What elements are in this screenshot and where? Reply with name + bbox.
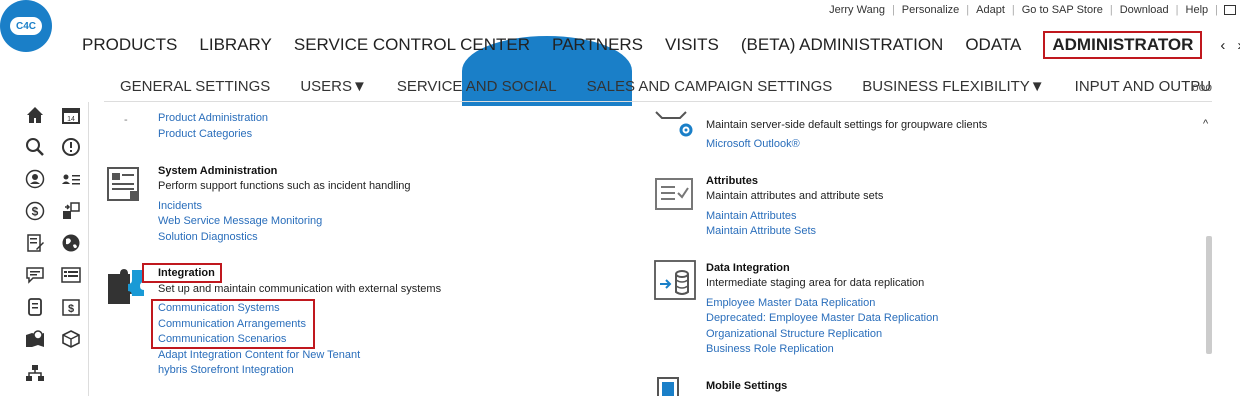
window-icon[interactable] [1224,5,1236,15]
list-icon[interactable] [60,264,82,286]
data-integration-desc: Intermediate staging area for data repli… [706,277,925,289]
adapt-link[interactable]: Adapt [969,4,1012,16]
maintain-attributes-link[interactable]: Maintain Attributes [706,210,797,222]
incidents-link[interactable]: Incidents [158,200,202,212]
sap-store-link[interactable]: Go to SAP Store [1015,4,1110,16]
nav-beta-administration[interactable]: (BETA) ADMINISTRATION [741,35,943,55]
integration-highlight-box [142,263,222,283]
integration-puzzle-icon [106,266,144,304]
maintain-attribute-sets-link[interactable]: Maintain Attribute Sets [706,225,816,237]
tab-input-and-output[interactable]: INPUT AND OUTPU [1075,72,1211,101]
c4c-logo[interactable]: C4C [0,0,52,52]
web-service-message-monitoring-link[interactable]: Web Service Message Monitoring [158,215,322,227]
contact-list-icon[interactable] [60,168,82,190]
main-nav: PRODUCTS LIBRARY SERVICE CONTROL CENTER … [82,30,1240,60]
calendar-icon[interactable]: 14 [60,104,82,126]
person-icon[interactable] [24,168,46,190]
home-icon[interactable] [24,104,46,126]
attributes-icon [654,176,693,214]
notebook-icon[interactable] [24,296,46,318]
organizational-structure-replication-link[interactable]: Organizational Structure Replication [706,328,882,340]
personalize-link[interactable]: Personalize [895,4,966,16]
mobile-settings-title: Mobile Settings [706,380,788,392]
left-icon-bar: 14 $ $ [20,100,90,396]
help-link[interactable]: Help [1179,4,1216,16]
nav-service-control-center[interactable]: SERVICE CONTROL CENTER [294,35,530,55]
utility-bar: Jerry Wang | Personalize | Adapt | Go to SA… [822,3,1240,17]
org-chart-icon[interactable] [24,362,46,384]
cube-icon[interactable] [60,328,82,350]
search-icon[interactable] [24,136,46,158]
chat-icon[interactable] [24,264,46,286]
transfer-icon[interactable] [60,200,82,222]
c4c-admin-screen: Jerry Wang | Personalize | Adapt | Go to SA… [0,0,1240,396]
adapt-integration-content-link[interactable]: Adapt Integration Content for New Tenant [158,349,360,361]
globe-icon[interactable] [60,232,82,254]
mobile-settings-icon [656,376,694,396]
subnav-more-icon[interactable]: ooo [1192,80,1212,94]
collapse-icon[interactable]: ^ [1203,118,1208,130]
nav-library[interactable]: LIBRARY [199,35,271,55]
map-pin-icon[interactable] [24,328,46,350]
hybris-storefront-integration-link[interactable]: hybris Storefront Integration [158,364,294,376]
system-administration-desc: Perform support functions such as incide… [158,180,411,192]
product-admin-dash: - [124,114,128,126]
tab-general-settings[interactable]: GENERAL SETTINGS [104,72,286,101]
vertical-scrollbar[interactable] [1206,236,1212,354]
logo-text: C4C [10,17,42,35]
invoice-icon[interactable]: $ [60,296,82,318]
groupware-desc: Maintain server-side default settings fo… [706,119,988,131]
data-integration-title: Data Integration [706,262,790,274]
nav-partners[interactable]: PARTNERS [552,35,643,55]
integration-desc: Set up and maintain communication with e… [158,283,442,295]
svg-text:14: 14 [67,116,75,123]
nav-products[interactable]: PRODUCTS [82,35,177,55]
product-categories-link[interactable]: Product Categories [158,128,252,140]
attributes-desc: Maintain attributes and attribute sets [706,190,884,202]
data-integration-icon [654,260,696,300]
solution-diagnostics-link[interactable]: Solution Diagnostics [158,231,258,243]
attributes-title: Attributes [706,175,758,187]
nav-prev-icon[interactable]: ‹ [1220,37,1225,54]
groupware-settings-icon [654,104,693,142]
tab-sales-and-campaign-settings[interactable]: SALES AND CAMPAIGN SETTINGS [587,72,833,101]
tab-service-and-social[interactable]: SERVICE AND SOCIAL [397,72,557,101]
tab-users[interactable]: USERS▼ [300,72,367,101]
separator: | [1215,4,1218,16]
svg-text:$: $ [32,205,39,219]
download-link[interactable]: Download [1113,4,1176,16]
nav-administrator[interactable]: ADMINISTRATOR [1043,31,1203,59]
system-administration-icon [106,166,144,204]
business-role-replication-link[interactable]: Business Role Replication [706,343,834,355]
user-name-link[interactable]: Jerry Wang [822,4,892,16]
product-administration-link[interactable]: Product Administration [158,112,268,122]
system-administration-title: System Administration [158,165,278,177]
tab-business-flexibility[interactable]: BUSINESS FLEXIBILITY▼ [862,72,1044,101]
edit-document-icon[interactable] [24,232,46,254]
left-divider [88,102,89,396]
dollar-icon[interactable]: $ [24,200,46,222]
communication-links-highlight-box [151,299,315,349]
alert-icon[interactable] [60,136,82,158]
nav-odata[interactable]: ODATA [965,35,1021,55]
deprecated-employee-master-data-replication-link[interactable]: Deprecated: Employee Master Data Replica… [706,312,938,324]
employee-master-data-replication-link[interactable]: Employee Master Data Replication [706,297,875,309]
svg-text:$: $ [68,303,74,315]
sub-nav: GENERAL SETTINGS USERS▼ SERVICE AND SOCI… [104,72,1212,102]
nav-visits[interactable]: VISITS [665,35,719,55]
microsoft-outlook-link[interactable]: Microsoft Outlook® [706,138,800,150]
